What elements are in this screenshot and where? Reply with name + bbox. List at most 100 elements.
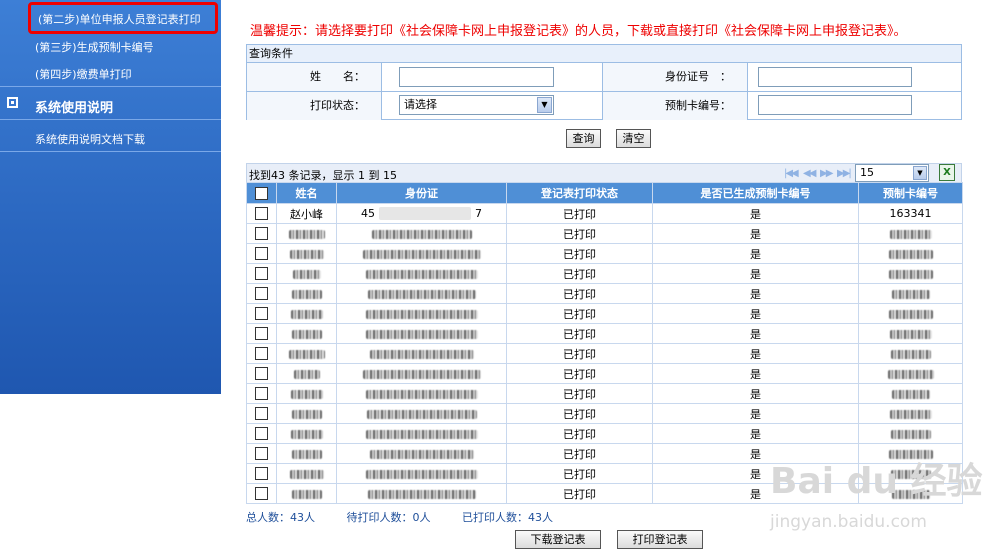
row-select-cell[interactable]: [246, 303, 277, 324]
redacted-id: [371, 229, 472, 239]
row-checkbox[interactable]: [255, 487, 268, 501]
row-select-cell[interactable]: [246, 483, 277, 504]
redacted-id: [369, 449, 474, 459]
row-checkbox[interactable]: [255, 247, 268, 261]
print-button[interactable]: 打印登记表: [617, 530, 703, 549]
last-page-icon[interactable]: ▶▶|: [837, 168, 852, 179]
row-checkbox[interactable]: [255, 207, 268, 221]
printed-count: 已打印人数：43人: [462, 511, 553, 524]
row-checkbox[interactable]: [255, 227, 268, 241]
row-id: [336, 483, 507, 504]
first-page-icon[interactable]: |◀◀: [784, 168, 799, 179]
table-row[interactable]: 已打印是: [246, 283, 963, 304]
name-input[interactable]: [399, 67, 554, 87]
row-checkbox[interactable]: [255, 287, 268, 301]
redacted-name: [291, 449, 322, 459]
row-id: [336, 343, 507, 364]
chevron-down-icon[interactable]: ▼: [913, 166, 927, 180]
table-row[interactable]: 已打印是: [246, 343, 963, 364]
row-checkbox[interactable]: [255, 307, 268, 321]
row-print-status: 已打印: [506, 383, 653, 404]
row-checkbox[interactable]: [255, 347, 268, 361]
next-page-icon[interactable]: ▶▶: [820, 168, 833, 179]
row-select-cell[interactable]: [246, 343, 277, 364]
row-print-status: 已打印: [506, 283, 653, 304]
row-name: [276, 343, 337, 364]
table-row[interactable]: 已打印是: [246, 323, 963, 344]
redacted-name: [290, 429, 323, 439]
print-status-select[interactable]: 请选择 ▼: [399, 95, 554, 115]
row-print-status: 已打印: [506, 483, 653, 504]
table-row[interactable]: 已打印是: [246, 243, 963, 264]
redacted-name: [293, 369, 320, 379]
row-print-status: 已打印: [506, 403, 653, 424]
row-select-cell[interactable]: [246, 363, 277, 384]
table-row[interactable]: 已打印是: [246, 263, 963, 284]
row-checkbox[interactable]: [255, 267, 268, 281]
section-toggle-icon[interactable]: [7, 97, 18, 108]
redacted-id: [365, 469, 478, 479]
clear-button[interactable]: 清空: [616, 129, 651, 148]
table-row[interactable]: 已打印是: [246, 383, 963, 404]
table-row[interactable]: 已打印是: [246, 303, 963, 324]
row-card-no: [858, 363, 963, 384]
sidebar-item-step3[interactable]: (第三步)生成预制卡编号: [35, 39, 154, 55]
select-all-checkbox[interactable]: [255, 186, 268, 200]
card-no-input[interactable]: [758, 95, 912, 115]
row-select-cell[interactable]: [246, 323, 277, 344]
row-select-cell[interactable]: [246, 263, 277, 284]
redacted-card-no: [888, 249, 933, 259]
total-count: 总人数：43人: [246, 511, 315, 524]
print-status-label: 打印状态：: [247, 92, 382, 120]
section-title[interactable]: 系统使用说明: [35, 97, 113, 116]
page-size-select[interactable]: 15 ▼: [855, 164, 929, 182]
row-select-cell[interactable]: [246, 443, 277, 464]
row-print-status: 已打印: [506, 223, 653, 244]
search-button[interactable]: 查询: [566, 129, 601, 148]
select-all-header[interactable]: [246, 182, 277, 204]
row-name: [276, 223, 337, 244]
table-row[interactable]: 已打印是: [246, 403, 963, 424]
row-select-cell[interactable]: [246, 383, 277, 404]
chevron-down-icon[interactable]: ▼: [537, 97, 552, 113]
row-select-cell[interactable]: [246, 403, 277, 424]
row-generated: 是: [652, 283, 859, 304]
redacted-card-no: [891, 389, 930, 399]
col-name: 姓名: [276, 182, 337, 204]
row-name: [276, 383, 337, 404]
row-checkbox[interactable]: [255, 367, 268, 381]
sidebar-divider: [0, 119, 221, 120]
row-select-cell[interactable]: [246, 283, 277, 304]
row-checkbox[interactable]: [255, 447, 268, 461]
row-checkbox[interactable]: [255, 427, 268, 441]
row-print-status: 已打印: [506, 263, 653, 284]
prev-page-icon[interactable]: ◀◀: [803, 168, 816, 179]
row-print-status: 已打印: [506, 463, 653, 484]
table-row[interactable]: 赵小峰 45 7 已打印是 163341: [246, 203, 963, 224]
sidebar-item-step2[interactable]: (第二步)单位申报人员登记表打印: [38, 11, 201, 27]
row-checkbox[interactable]: [255, 327, 268, 341]
download-button[interactable]: 下载登记表: [515, 530, 601, 549]
row-checkbox[interactable]: [255, 387, 268, 401]
sidebar-item-manual-download[interactable]: 系统使用说明文档下载: [35, 131, 145, 147]
table-row[interactable]: 已打印是: [246, 223, 963, 244]
redacted-id: [367, 489, 476, 499]
row-select-cell[interactable]: [246, 223, 277, 244]
row-select-cell[interactable]: [246, 203, 277, 224]
row-select-cell[interactable]: [246, 463, 277, 484]
row-select-cell[interactable]: [246, 243, 277, 264]
row-id: [336, 403, 507, 424]
redacted-name: [292, 269, 321, 279]
redacted-id: [365, 389, 478, 399]
id-input[interactable]: [758, 67, 912, 87]
row-select-cell[interactable]: [246, 423, 277, 444]
card-no-label: 预制卡编号：: [603, 92, 748, 120]
row-checkbox[interactable]: [255, 407, 268, 421]
table-header-row: 姓名 身份证 登记表打印状态 是否已生成预制卡编号 预制卡编号: [246, 182, 963, 204]
table-row[interactable]: 已打印是: [246, 423, 963, 444]
table-row[interactable]: 已打印是: [246, 363, 963, 384]
excel-export-icon[interactable]: X: [939, 164, 955, 181]
row-checkbox[interactable]: [255, 467, 268, 481]
watermark-url: jingyan.baidu.com: [770, 512, 927, 532]
sidebar-item-step4[interactable]: (第四步)缴费单打印: [35, 66, 132, 82]
